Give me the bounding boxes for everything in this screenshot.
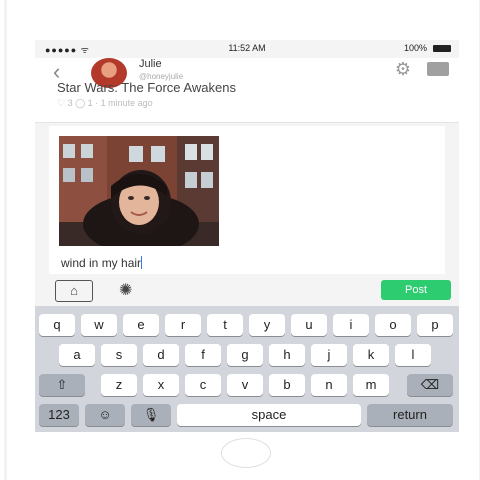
key-v[interactable]: v [227, 374, 263, 396]
backspace-key[interactable]: ⌫ [407, 374, 453, 396]
key-l[interactable]: l [395, 344, 431, 366]
key-o[interactable]: o [375, 314, 411, 336]
key-y[interactable]: y [249, 314, 285, 336]
lightbulb-icon[interactable]: ✺ [119, 280, 132, 300]
key-a[interactable]: a [59, 344, 95, 366]
key-i[interactable]: i [333, 314, 369, 336]
return-key[interactable]: return [367, 404, 453, 426]
key-s[interactable]: s [101, 344, 137, 366]
shift-key[interactable]: ⇧ [39, 374, 85, 396]
key-z[interactable]: z [101, 374, 137, 396]
compose-toolbar: ⌂ ✺ Post [35, 278, 459, 304]
compose-text: wind in my hair [61, 256, 142, 270]
key-g[interactable]: g [227, 344, 263, 366]
screen: ●●●●● ᯤ 11:52 AM 100% ‹ Julie @honeyjuli… [35, 40, 459, 432]
gear-icon[interactable]: ⚙ [395, 60, 411, 78]
page: ●●●●● ᯤ 11:52 AM 100% ‹ Julie @honeyjuli… [0, 0, 480, 480]
key-n[interactable]: n [311, 374, 347, 396]
status-bar: ●●●●● ᯤ 11:52 AM 100% [35, 40, 459, 58]
compose-card: wind in my hair [49, 126, 445, 274]
numbers-key[interactable]: 123 [39, 404, 79, 426]
status-time: 11:52 AM [228, 43, 266, 53]
feed-item: Star Wars: The Force Awakens ♡ 3 ◯ 1 · 1… [35, 80, 459, 123]
key-x[interactable]: x [143, 374, 179, 396]
battery-icon [433, 45, 451, 52]
inbox-icon[interactable] [427, 62, 449, 76]
key-d[interactable]: d [143, 344, 179, 366]
keyboard: q w e r t y u i o p a s d f g h j k l ⇧ [35, 306, 459, 432]
key-t[interactable]: t [207, 314, 243, 336]
feed-text: Star Wars: The Force Awakens [57, 80, 236, 95]
key-u[interactable]: u [291, 314, 327, 336]
space-key[interactable]: space [177, 404, 361, 426]
photo-image [59, 136, 219, 246]
key-c[interactable]: c [185, 374, 221, 396]
battery-percent: 100% [403, 43, 427, 53]
emoji-key[interactable]: ☺ [85, 404, 125, 426]
chevron-left-icon[interactable]: ‹ [53, 61, 60, 83]
key-q[interactable]: q [39, 314, 75, 336]
key-e[interactable]: e [123, 314, 159, 336]
camera-icon[interactable]: ⌂ [55, 280, 93, 302]
key-f[interactable]: f [185, 344, 221, 366]
key-m[interactable]: m [353, 374, 389, 396]
phone-frame: ●●●●● ᯤ 11:52 AM 100% ‹ Julie @honeyjuli… [4, 0, 480, 480]
key-b[interactable]: b [269, 374, 305, 396]
key-r[interactable]: r [165, 314, 201, 336]
key-k[interactable]: k [353, 344, 389, 366]
post-button[interactable]: Post [381, 280, 451, 300]
microphone-key[interactable]: 🎙 [131, 404, 171, 426]
home-button[interactable] [221, 438, 271, 468]
attached-photo[interactable] [59, 136, 219, 246]
key-w[interactable]: w [81, 314, 117, 336]
key-h[interactable]: h [269, 344, 305, 366]
feed-meta: ♡ 3 ◯ 1 · 1 minute ago [57, 98, 153, 108]
compose-input[interactable]: wind in my hair [61, 256, 143, 270]
profile-name: Julie [139, 58, 162, 70]
text-cursor [141, 256, 143, 269]
key-j[interactable]: j [311, 344, 347, 366]
key-p[interactable]: p [417, 314, 453, 336]
